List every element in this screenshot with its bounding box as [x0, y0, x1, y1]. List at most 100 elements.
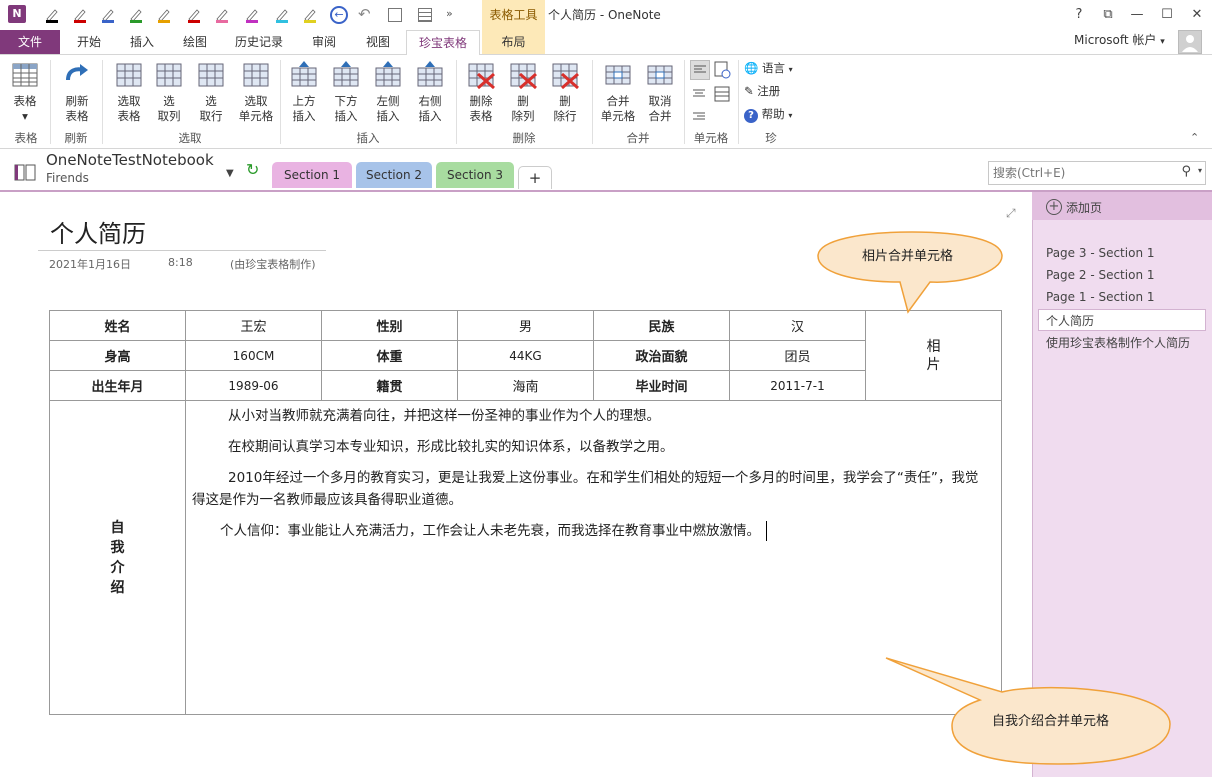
pen-icon[interactable] [302, 7, 318, 23]
align-top-left-icon[interactable] [690, 60, 710, 80]
section-tab-1[interactable]: Section 1 [272, 162, 352, 188]
page-title[interactable]: 个人简历 [50, 214, 146, 249]
insert-right-button[interactable]: 右侧 插入 [410, 60, 450, 124]
align-bottom-icon[interactable] [690, 106, 710, 126]
fullpage-icon[interactable] [418, 8, 432, 22]
sync-icon[interactable]: ↻ [246, 160, 259, 179]
table-cell-value[interactable]: 王宏 [185, 310, 322, 341]
add-page-button[interactable]: + 添加页 [1032, 192, 1212, 220]
delete-column-icon [508, 60, 538, 90]
notebook-icon[interactable] [14, 162, 36, 182]
intro-paragraph: 个人信仰：事业能让人充满活力，工作会让人未老先衰，而我选择在教育事业中燃放激情。 [192, 520, 983, 542]
collapse-ribbon-icon[interactable]: ⌃ [1190, 131, 1199, 144]
section-tab-3[interactable]: Section 3 [436, 162, 514, 188]
table-cell-value[interactable]: 团员 [729, 340, 866, 371]
expand-page-icon[interactable]: ⤢ [1006, 206, 1016, 221]
table-cell-value[interactable]: 海南 [457, 370, 594, 401]
delete-table-button[interactable]: 删除 表格 [460, 60, 502, 124]
dock-icon[interactable] [388, 8, 402, 22]
page-item[interactable]: Page 3 - Section 1 [1046, 246, 1155, 260]
table-cell-label[interactable]: 体重 [321, 340, 458, 371]
search-icon[interactable]: ⚲ [1181, 164, 1191, 179]
pen-icon[interactable] [128, 7, 144, 23]
pen-icon[interactable] [156, 7, 172, 23]
tab-view[interactable]: 视图 [354, 30, 402, 54]
pen-icon[interactable] [274, 7, 290, 23]
tab-layout[interactable]: 布局 [482, 30, 545, 54]
table-cell-value[interactable]: 男 [457, 310, 594, 341]
delete-row-button[interactable]: 删除行 [546, 60, 584, 124]
cell-shade-icon[interactable] [712, 84, 732, 104]
section-tab-2[interactable]: Section 2 [356, 162, 432, 188]
merge-cells-button[interactable]: 合并 单元格 [596, 60, 640, 124]
help-menu-button[interactable]: ? 帮助 ▾ [744, 106, 792, 123]
tab-home[interactable]: 开始 [64, 30, 114, 54]
align-middle-icon[interactable] [690, 84, 710, 104]
table-cell-label[interactable]: 民族 [593, 310, 730, 341]
pen-icon[interactable] [186, 7, 202, 23]
unmerge-cells-button[interactable]: 取消 合并 [638, 60, 682, 124]
pen-icon[interactable] [244, 7, 260, 23]
cell-props-icon[interactable] [712, 60, 732, 80]
minimize-button[interactable]: — [1122, 0, 1152, 30]
ribbon-button-label: 表格 [469, 109, 493, 123]
restore-ribbon-button[interactable]: ⧉ [1093, 0, 1123, 30]
table-cell-label[interactable]: 姓名 [49, 310, 186, 341]
select-table-button[interactable]: 选取 表格 [108, 60, 150, 124]
select-row-button[interactable]: 选取行 [192, 60, 230, 124]
insert-above-button[interactable]: 上方 插入 [284, 60, 324, 124]
ribbon-button-label: 合并 [648, 109, 672, 123]
refresh-table-button[interactable]: 刷新 表格 [56, 60, 98, 124]
table-cell-label[interactable]: 政治面貌 [593, 340, 730, 371]
table-cell-value[interactable]: 44KG [457, 340, 594, 371]
table-cell-value[interactable]: 1989-06 [185, 370, 322, 401]
page-item-current[interactable]: 个人简历 [1046, 312, 1094, 329]
pen-icon[interactable] [72, 7, 88, 23]
page-item[interactable]: 使用珍宝表格制作个人简历 [1046, 334, 1190, 351]
ribbon-button-label: 下方 [334, 94, 358, 108]
notebook-name[interactable]: OneNoteTestNotebook [46, 151, 214, 169]
avatar[interactable] [1178, 30, 1202, 54]
insert-left-button[interactable]: 左侧 插入 [368, 60, 408, 124]
delete-column-button[interactable]: 删除列 [504, 60, 542, 124]
tab-insert[interactable]: 插入 [118, 30, 166, 54]
notebook-dropdown-icon[interactable]: ▼ [226, 168, 234, 179]
tab-history[interactable]: 历史记录 [224, 30, 294, 54]
intro-label-cell[interactable]: 自我介绍 [49, 400, 186, 715]
ribbon-button-label: 表格 [13, 94, 37, 108]
account-menu[interactable]: Microsoft 帐户 ▾ [1074, 30, 1172, 54]
back-icon[interactable]: ← [330, 6, 348, 24]
tab-review[interactable]: 审阅 [298, 30, 350, 54]
search-input[interactable] [989, 162, 1175, 184]
table-cell-label[interactable]: 性别 [321, 310, 458, 341]
table-icon [10, 60, 40, 90]
register-button[interactable]: ✎ 注册 [744, 83, 780, 99]
undo-icon[interactable]: ↶ [358, 5, 371, 23]
select-cell-button[interactable]: 选取 单元格 [234, 60, 278, 124]
table-button[interactable]: 表格 ▾ [4, 60, 46, 124]
table-cell-value[interactable]: 160CM [185, 340, 322, 371]
add-section-button[interactable]: + [518, 166, 552, 189]
page-item[interactable]: Page 2 - Section 1 [1046, 268, 1155, 282]
table-cell-value[interactable]: 2011-7-1 [729, 370, 866, 401]
close-button[interactable]: ✕ [1182, 0, 1212, 30]
table-cell-label[interactable]: 出生年月 [49, 370, 186, 401]
language-button[interactable]: 🌐 语言 ▾ [744, 60, 793, 76]
tab-zhenbao-table[interactable]: 珍宝表格 [406, 30, 480, 56]
page-item[interactable]: Page 1 - Section 1 [1046, 290, 1155, 304]
table-cell-label[interactable]: 籍贯 [321, 370, 458, 401]
table-cell-label[interactable]: 毕业时间 [593, 370, 730, 401]
search-box[interactable]: ⚲ ▾ [988, 161, 1206, 185]
search-scope-chevron-icon[interactable]: ▾ [1198, 166, 1202, 175]
help-button[interactable]: ? [1064, 0, 1094, 30]
tab-draw[interactable]: 绘图 [170, 30, 220, 54]
more-icon[interactable]: » [446, 7, 453, 20]
select-column-button[interactable]: 选取列 [150, 60, 188, 124]
table-cell-label[interactable]: 身高 [49, 340, 186, 371]
maximize-button[interactable]: ☐ [1152, 0, 1182, 30]
pen-icon[interactable] [44, 7, 60, 23]
tab-file[interactable]: 文件 [0, 30, 60, 54]
pen-icon[interactable] [100, 7, 116, 23]
pen-icon[interactable] [214, 7, 230, 23]
insert-below-button[interactable]: 下方 插入 [326, 60, 366, 124]
